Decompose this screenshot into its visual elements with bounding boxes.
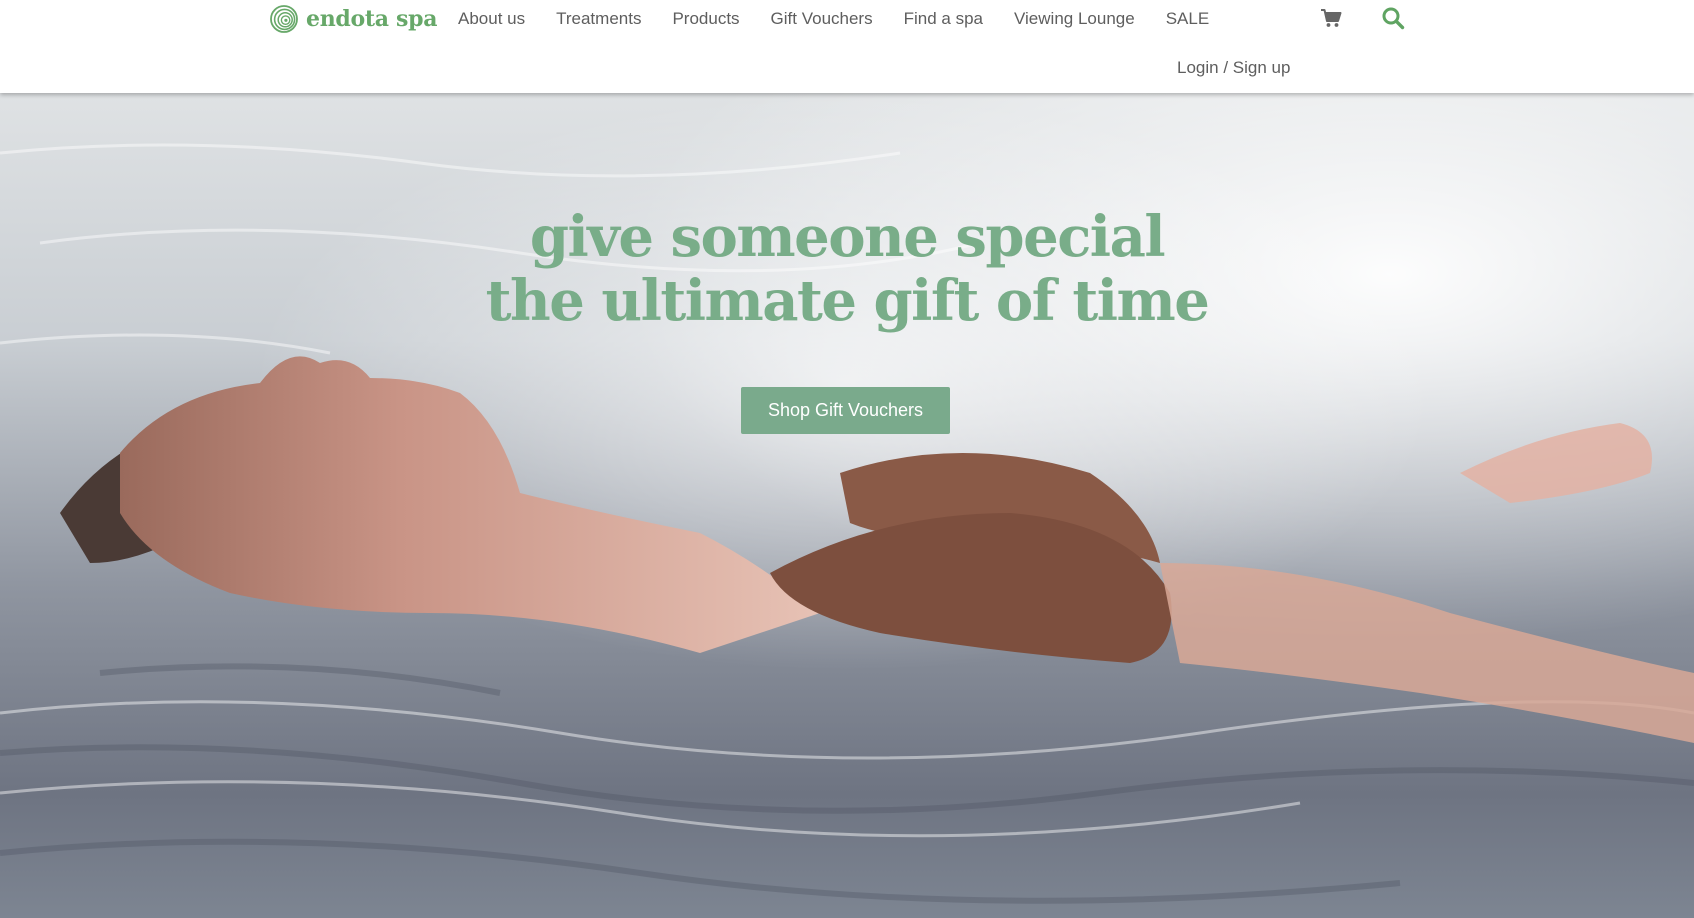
shop-gift-vouchers-button[interactable]: Shop Gift Vouchers <box>741 387 950 434</box>
hero-headline-line-2: the ultimate gift of time <box>485 268 1210 334</box>
login-signup-link[interactable]: Login / Sign up <box>1177 58 1290 78</box>
logo-swirl-icon <box>270 5 298 33</box>
hero-banner: give someone special the ultimate gift o… <box>0 93 1694 918</box>
site-header: endota spa About us Treatments Products … <box>0 0 1694 93</box>
search-icon[interactable] <box>1381 6 1405 30</box>
nav-item-products[interactable]: Products <box>672 9 739 29</box>
nav-item-treatments[interactable]: Treatments <box>556 9 641 29</box>
nav-item-viewing-lounge[interactable]: Viewing Lounge <box>1014 9 1135 29</box>
hero-headline-line-1: give someone special <box>529 204 1166 270</box>
hero-headline: give someone special the ultimate gift o… <box>0 205 1694 333</box>
cart-icon[interactable] <box>1320 8 1342 28</box>
nav-item-about-us[interactable]: About us <box>458 9 525 29</box>
brand-logo[interactable]: endota spa <box>270 4 437 34</box>
nav-item-gift-vouchers[interactable]: Gift Vouchers <box>771 9 873 29</box>
page: endota spa About us Treatments Products … <box>0 0 1694 918</box>
nav-item-sale[interactable]: SALE <box>1166 9 1209 29</box>
nav-item-find-a-spa[interactable]: Find a spa <box>904 9 983 29</box>
brand-name: endota spa <box>306 6 438 32</box>
main-nav: About us Treatments Products Gift Vouche… <box>458 8 1209 30</box>
